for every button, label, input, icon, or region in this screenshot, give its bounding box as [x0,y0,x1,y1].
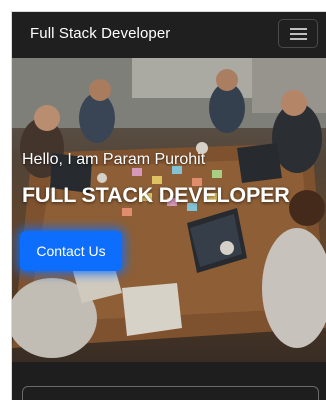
hamburger-menu-icon-line [290,38,307,40]
hamburger-menu-icon [290,28,307,30]
hero-overlay [12,58,326,362]
card [22,386,319,400]
next-section [12,362,326,400]
navbar-toggler-button[interactable] [278,19,318,48]
hamburger-menu-icon-line [290,33,307,35]
contact-us-button[interactable]: Contact Us [20,231,122,271]
hero-title: FULL STACK DEVELOPER [22,183,290,207]
hero-section: Hello, I am Param Purohit FULL STACK DEV… [12,58,326,362]
navbar: Full Stack Developer [12,12,326,58]
hero-greeting: Hello, I am Param Purohit [22,151,206,168]
navbar-brand[interactable]: Full Stack Developer [30,25,170,42]
page-frame: Full Stack Developer Hello, I am Param P… [11,11,326,400]
